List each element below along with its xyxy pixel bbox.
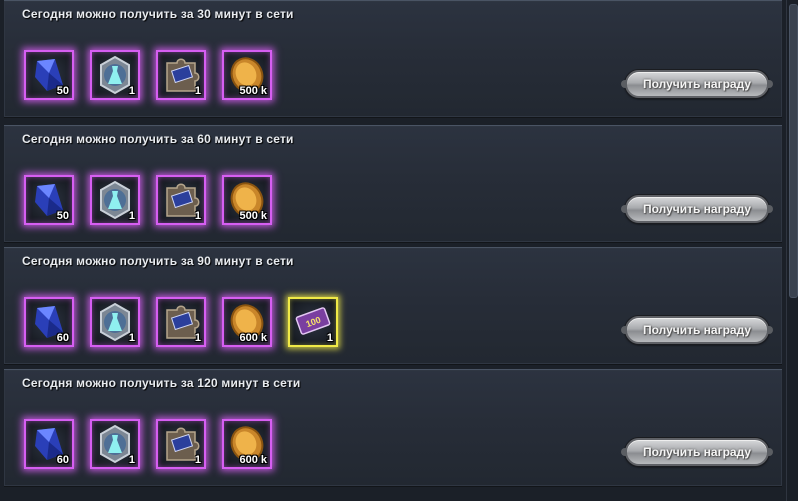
item-count: 50 [56, 210, 69, 222]
item-slot[interactable]: 60 [24, 297, 74, 347]
reward-panel-90min: Сегодня можно получить за 90 минут в сет… [4, 247, 782, 365]
item-slot[interactable]: 100 1 [288, 297, 338, 347]
reward-title: Сегодня можно получить за 60 минут в сет… [22, 132, 294, 146]
item-slot[interactable]: 1 [156, 419, 206, 469]
item-slot[interactable]: 1 [156, 297, 206, 347]
item-slot[interactable]: 1 [90, 175, 140, 225]
item-count: 1 [128, 85, 135, 97]
item-slot[interactable]: 1 [90, 419, 140, 469]
reward-panel-60min: Сегодня можно получить за 60 минут в сет… [4, 125, 782, 243]
claim-reward-button[interactable]: Получить награду [621, 195, 773, 223]
item-count: 1 [194, 332, 201, 344]
item-slot[interactable]: 600 k [222, 297, 272, 347]
claim-reward-button[interactable]: Получить награду [621, 70, 773, 98]
item-slot[interactable]: 500 k [222, 50, 272, 100]
item-slot[interactable]: 60 [24, 419, 74, 469]
reward-panel-120min: Сегодня можно получить за 120 минут в се… [4, 369, 782, 487]
item-count: 60 [56, 332, 69, 344]
item-slot[interactable]: 50 [24, 50, 74, 100]
item-slot[interactable]: 1 [156, 175, 206, 225]
reward-title: Сегодня можно получить за 30 минут в сет… [22, 7, 294, 21]
item-count: 60 [56, 454, 69, 466]
item-count: 500 k [239, 85, 267, 97]
item-slot[interactable]: 1 [90, 297, 140, 347]
reward-list: Сегодня можно получить за 30 минут в сет… [0, 0, 785, 501]
item-slot[interactable]: 50 [24, 175, 74, 225]
reward-title: Сегодня можно получить за 90 минут в сет… [22, 254, 294, 268]
scrollbar-thumb[interactable] [789, 4, 798, 298]
item-count: 1 [128, 210, 135, 222]
item-slot[interactable]: 500 k [222, 175, 272, 225]
item-count: 600 k [239, 454, 267, 466]
scrollbar[interactable] [786, 0, 798, 501]
item-slot[interactable]: 600 k [222, 419, 272, 469]
item-count: 1 [194, 85, 201, 97]
item-count: 1 [194, 210, 201, 222]
item-count: 1 [326, 332, 333, 344]
item-count: 600 k [239, 332, 267, 344]
claim-reward-button[interactable]: Получить награду [621, 316, 773, 344]
item-count: 1 [128, 454, 135, 466]
item-count: 1 [194, 454, 201, 466]
reward-title: Сегодня можно получить за 120 минут в се… [22, 376, 301, 390]
item-count: 500 k [239, 210, 267, 222]
reward-panel-30min: Сегодня можно получить за 30 минут в сет… [4, 0, 782, 118]
item-count: 1 [128, 332, 135, 344]
item-count: 50 [56, 85, 69, 97]
item-slot[interactable]: 1 [90, 50, 140, 100]
claim-reward-button[interactable]: Получить награду [621, 438, 773, 466]
item-slot[interactable]: 1 [156, 50, 206, 100]
